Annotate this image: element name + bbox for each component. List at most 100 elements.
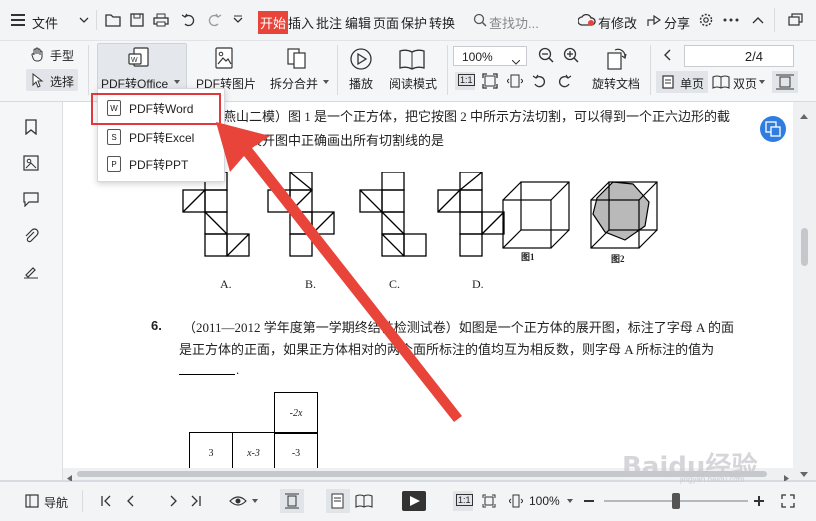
- attachment-paperclip-icon[interactable]: [22, 226, 40, 244]
- tab-convert[interactable]: 转换: [429, 13, 455, 32]
- split-merge-icon[interactable]: [285, 46, 309, 70]
- previous-page-icon[interactable]: [660, 47, 674, 63]
- hand-tool-label[interactable]: 手型: [50, 47, 74, 64]
- hand-tool-icon[interactable]: [30, 46, 46, 62]
- more-options-icon[interactable]: [722, 11, 740, 29]
- page-number-value: 2/4: [744, 49, 763, 64]
- navigation-label[interactable]: 导航: [44, 494, 68, 511]
- search-icon[interactable]: [472, 12, 488, 28]
- rotate-document-label[interactable]: 旋转文档: [592, 75, 640, 92]
- read-mode-label[interactable]: 阅读模式: [389, 75, 437, 92]
- double-page-icon[interactable]: [712, 74, 730, 90]
- chevron-down-icon[interactable]: [511, 54, 521, 68]
- vertical-scrollbar[interactable]: [793, 102, 816, 480]
- translate-icon: [765, 121, 781, 137]
- tab-insert[interactable]: 插入: [288, 13, 314, 32]
- continuous-scroll-icon: [776, 74, 794, 90]
- translate-float-button[interactable]: [760, 116, 786, 142]
- last-page-icon[interactable]: [188, 493, 204, 509]
- print-icon[interactable]: [152, 11, 170, 29]
- quick-access-dropdown-icon[interactable]: [232, 13, 244, 27]
- menu-item-label: PDF转Excel: [129, 130, 195, 145]
- undo-icon[interactable]: [180, 11, 198, 29]
- read-mode-icon[interactable]: [398, 46, 426, 72]
- rotate-document-icon[interactable]: [603, 46, 629, 72]
- dropdown-caret-icon[interactable]: [566, 497, 574, 505]
- dropdown-caret-icon[interactable]: [173, 78, 181, 86]
- divider: [337, 45, 338, 95]
- net-cell: 3: [189, 432, 233, 468]
- select-tool-label[interactable]: 选择: [50, 73, 74, 90]
- file-menu[interactable]: 文件: [32, 13, 58, 32]
- share-icon[interactable]: [646, 12, 662, 28]
- single-page-label[interactable]: 单页: [680, 75, 704, 92]
- thumbnail-image-icon[interactable]: [22, 154, 40, 172]
- fit-width-icon[interactable]: [508, 493, 524, 509]
- open-folder-icon[interactable]: [104, 11, 122, 29]
- window-restore-icon[interactable]: [784, 10, 808, 30]
- zoom-out-minus-icon[interactable]: [582, 493, 596, 509]
- left-side-toolbar: [0, 102, 63, 480]
- fit-width-icon[interactable]: [506, 72, 524, 90]
- zoom-in-plus-icon[interactable]: [752, 493, 766, 509]
- dropdown-caret-icon[interactable]: [251, 497, 259, 505]
- rotate-right-icon[interactable]: [555, 72, 573, 90]
- search-input[interactable]: 查找功...: [489, 13, 539, 32]
- page-number-input[interactable]: 2/4: [684, 45, 794, 67]
- vertical-scroll-thumb[interactable]: [801, 228, 808, 266]
- tab-comment[interactable]: 批注: [316, 13, 342, 32]
- fit-page-icon[interactable]: [481, 72, 499, 90]
- annotation-arrow: [216, 122, 462, 422]
- status-zoom-value[interactable]: 100%: [529, 494, 560, 508]
- tab-edit[interactable]: 编辑: [345, 13, 371, 32]
- double-page-view-icon[interactable]: [354, 493, 374, 509]
- fit-page-icon[interactable]: [481, 493, 497, 509]
- comment-icon[interactable]: [22, 190, 40, 208]
- zoom-out-icon[interactable]: [537, 46, 555, 64]
- zoom-value: 100%: [462, 50, 493, 64]
- watermark-url: jingyan.baidu.com: [680, 475, 745, 484]
- actual-size-button[interactable]: 1:1: [453, 491, 473, 511]
- modified-status[interactable]: 有修改: [598, 13, 637, 32]
- dropdown-caret-icon[interactable]: [322, 78, 330, 86]
- signature-pen-icon[interactable]: [22, 262, 40, 280]
- eye-protection-icon[interactable]: [228, 493, 248, 509]
- hamburger-menu-icon[interactable]: [10, 12, 26, 28]
- zoom-in-icon[interactable]: [562, 46, 580, 64]
- settings-gear-icon[interactable]: [697, 11, 715, 29]
- navigation-panel-icon[interactable]: [24, 493, 40, 509]
- previous-page-icon[interactable]: [122, 493, 138, 509]
- single-page-view-button[interactable]: [326, 489, 350, 513]
- zoom-slider-thumb[interactable]: [672, 493, 680, 509]
- collapse-ribbon-icon[interactable]: [750, 12, 766, 28]
- save-icon[interactable]: [128, 11, 146, 29]
- rotate-left-icon[interactable]: [531, 72, 549, 90]
- redo-icon[interactable]: [205, 11, 223, 29]
- split-merge-label[interactable]: 拆分合并: [270, 75, 318, 92]
- cloud-icon[interactable]: [578, 12, 596, 28]
- double-page-label[interactable]: 双页: [733, 75, 757, 92]
- continuous-view-button[interactable]: [280, 489, 304, 513]
- actual-size-button[interactable]: 1:1: [455, 72, 475, 90]
- bookmark-icon[interactable]: [22, 118, 40, 136]
- tab-protect[interactable]: 保护: [401, 13, 427, 32]
- pdf-to-image-icon[interactable]: [212, 46, 236, 70]
- net-cell: -3: [274, 432, 318, 468]
- zoom-input[interactable]: 100%: [453, 46, 527, 66]
- tab-start[interactable]: 开始: [258, 11, 289, 34]
- first-page-icon[interactable]: [98, 493, 114, 509]
- play-label[interactable]: 播放: [349, 75, 373, 92]
- pdf-to-office-icon: W: [127, 46, 153, 70]
- next-page-icon[interactable]: [166, 493, 182, 509]
- scroll-up-arrow-icon[interactable]: [800, 108, 808, 122]
- fullscreen-icon[interactable]: [780, 493, 796, 509]
- dropdown-caret-icon[interactable]: [758, 78, 766, 86]
- play-slideshow-button[interactable]: [402, 491, 426, 511]
- chevron-down-icon[interactable]: [78, 13, 90, 27]
- continuous-scroll-button[interactable]: [772, 71, 798, 93]
- share-button[interactable]: 分享: [664, 13, 690, 32]
- tab-page[interactable]: 页面: [373, 13, 399, 32]
- scroll-down-arrow-icon[interactable]: [800, 466, 808, 480]
- play-icon[interactable]: [348, 46, 374, 72]
- excel-file-icon: S: [107, 129, 121, 145]
